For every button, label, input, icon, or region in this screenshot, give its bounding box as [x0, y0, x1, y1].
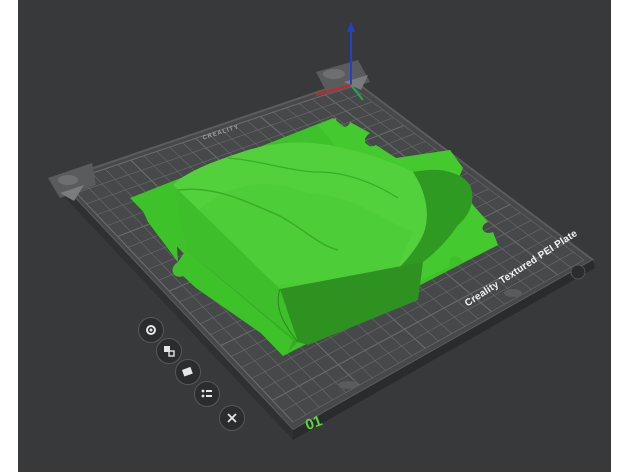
- build-plate-scene[interactable]: [18, 0, 611, 472]
- plate-settings-gear-button[interactable]: [138, 317, 164, 343]
- auto-orient-button[interactable]: [175, 359, 201, 385]
- arrange-icon: [164, 346, 175, 357]
- arrange-button[interactable]: [156, 338, 182, 364]
- 3d-viewport[interactable]: CREALITY Creality Textured PEI Plate 01: [18, 0, 611, 472]
- gear-icon: [146, 325, 156, 335]
- delete-plate-button[interactable]: [219, 405, 245, 431]
- plate-list-button[interactable]: [194, 381, 220, 407]
- orient-icon: [181, 366, 193, 377]
- list-icon: [201, 389, 212, 398]
- close-icon: [227, 413, 237, 423]
